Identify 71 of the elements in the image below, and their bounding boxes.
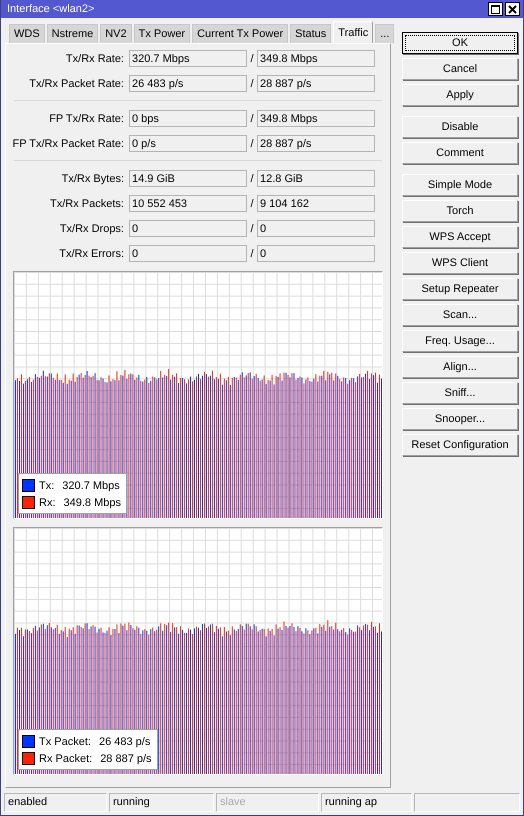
legend-label: Rx Packet: <box>39 752 92 764</box>
action-button[interactable]: Freq. Usage... <box>402 330 518 352</box>
tab[interactable]: Current Tx Power <box>192 24 288 43</box>
field-label: Tx/Rx Bytes: <box>60 172 125 184</box>
rx-value-field: 349.8 Mbps <box>257 50 375 67</box>
action-button[interactable]: Apply <box>402 84 518 106</box>
field-label: Tx/Rx Packets: <box>49 198 125 210</box>
close-icon[interactable] <box>505 2 520 16</box>
legend-label: Tx: <box>39 480 54 492</box>
separator-text: / <box>249 198 255 210</box>
action-button[interactable]: Sniff... <box>402 382 518 404</box>
tx-value-field: 0 <box>129 220 247 237</box>
separator-text: / <box>249 112 255 124</box>
tab[interactable]: Nstreme <box>46 24 98 43</box>
tx-value-field: 0 p/s <box>129 135 247 152</box>
status-field: enabled <box>4 793 107 812</box>
field-label: Tx/Rx Errors: <box>58 248 125 260</box>
action-button[interactable]: Simple Mode <box>402 174 518 196</box>
field-label: FP Tx/Rx Packet Rate: <box>12 138 125 150</box>
tx-value-field: 26 483 p/s <box>129 75 247 92</box>
action-button[interactable]: Torch <box>402 200 518 222</box>
separator-text: / <box>249 78 255 90</box>
field-label: FP Tx/Rx Rate: <box>48 112 125 124</box>
legend-value: 320.7 Mbps <box>62 480 120 492</box>
action-button[interactable]: WPS Client <box>402 252 518 274</box>
rx-value-field: 0 <box>257 220 375 237</box>
action-button[interactable]: Snooper... <box>402 408 518 430</box>
tab[interactable]: Traffic <box>333 21 374 43</box>
status-field: running ap <box>321 793 412 812</box>
window-title: Interface <wlan2> <box>7 3 96 15</box>
action-button[interactable]: Setup Repeater <box>402 278 518 300</box>
legend-value: 349.8 Mbps <box>64 496 121 508</box>
status-field: slave <box>216 793 319 812</box>
legend-label: Rx: <box>39 496 56 508</box>
field-label: Tx/Rx Drops: <box>58 222 125 234</box>
rx-value-field: 0 <box>257 245 375 262</box>
tx-value-field: 0 bps <box>129 110 247 127</box>
tx-value-field: 0 <box>129 245 247 262</box>
separator-text: / <box>249 248 255 260</box>
rx-value-field: 28 887 p/s <box>257 135 375 152</box>
separator-text: / <box>249 52 255 64</box>
action-button[interactable]: WPS Accept <box>402 226 518 248</box>
separator-text: / <box>249 222 255 234</box>
action-button[interactable]: Align... <box>402 356 518 378</box>
action-button[interactable]: Comment <box>402 142 518 164</box>
tab[interactable]: NV2 <box>100 24 132 43</box>
tx-value-field: 320.7 Mbps <box>129 50 247 67</box>
tab[interactable]: Tx Power <box>134 24 190 43</box>
tab[interactable]: ... <box>375 24 394 43</box>
separator-text: / <box>249 172 255 184</box>
action-button[interactable]: OK <box>402 32 518 54</box>
rx-value-field: 9 104 162 <box>257 195 375 212</box>
legend-value: 26 483 p/s <box>98 736 150 748</box>
field-label: Tx/Rx Packet Rate: <box>28 78 125 90</box>
action-button[interactable]: Cancel <box>402 58 518 80</box>
action-button[interactable]: Reset Configuration <box>402 434 518 456</box>
rx-value-field: 12.8 GiB <box>257 170 375 187</box>
tab[interactable]: Status <box>290 24 332 43</box>
separator-text: / <box>249 138 255 150</box>
legend-label: Tx Packet: <box>39 736 91 748</box>
tx-value-field: 14.9 GiB <box>129 170 247 187</box>
status-field: running <box>109 793 214 812</box>
tab[interactable]: WDS <box>9 24 45 43</box>
rx-value-field: 28 887 p/s <box>257 75 375 92</box>
legend-value: 28 887 p/s <box>100 752 152 764</box>
field-label: Tx/Rx Rate: <box>64 52 125 64</box>
action-button[interactable]: Scan... <box>402 304 518 326</box>
tx-value-field: 10 552 453 <box>129 195 247 212</box>
rx-value-field: 349.8 Mbps <box>257 110 375 127</box>
action-button[interactable]: Disable <box>402 116 518 138</box>
maximize-icon[interactable] <box>488 2 503 16</box>
